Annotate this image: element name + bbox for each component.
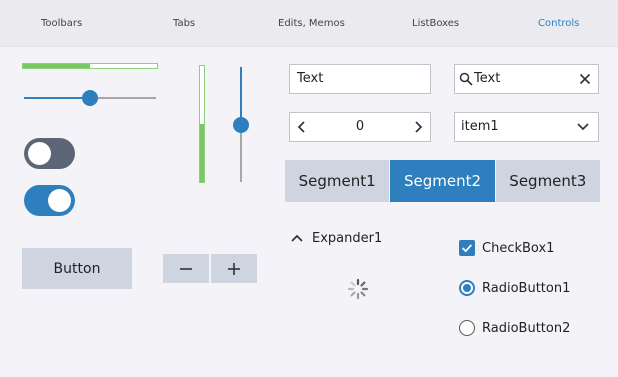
search-edit[interactable]: Text <box>454 64 599 94</box>
checkbox-label: CheckBox1 <box>482 240 555 256</box>
stepper <box>163 254 257 283</box>
expander[interactable]: Expander1 <box>290 228 382 248</box>
search-text: Text <box>474 71 501 86</box>
progress-fill <box>200 124 204 182</box>
segment-2[interactable]: Segment2 <box>390 160 496 202</box>
tab-bar: Toolbars Tabs Edits, Memos ListBoxes Con… <box>0 0 618 47</box>
horizontal-slider[interactable] <box>24 87 156 109</box>
toggle-knob <box>48 189 71 212</box>
segmented-control: Segment1 Segment2 Segment3 <box>285 160 600 202</box>
combo-box[interactable]: item1 <box>454 112 599 142</box>
button[interactable]: Button <box>22 248 132 289</box>
minus-button[interactable] <box>163 254 209 283</box>
slider-fill <box>24 97 90 99</box>
combo-value: item1 <box>461 119 499 134</box>
expander-label: Expander1 <box>312 230 383 246</box>
checkmark-icon <box>462 244 473 253</box>
loading-spinner-icon <box>347 278 369 300</box>
chevron-right-icon[interactable] <box>410 119 426 135</box>
radio-button-1[interactable]: RadioButton1 <box>459 279 570 297</box>
checkbox-box <box>459 240 475 256</box>
toggle-knob <box>28 142 51 165</box>
toggle-switch-on[interactable] <box>24 185 75 216</box>
tab-tabs[interactable]: Tabs <box>173 18 195 29</box>
search-icon <box>459 72 473 86</box>
minus-icon <box>180 267 192 270</box>
chevron-down-icon <box>577 123 589 131</box>
close-icon[interactable] <box>579 73 591 85</box>
tab-toolbars[interactable]: Toolbars <box>41 18 82 29</box>
number-box[interactable]: 0 <box>289 112 431 142</box>
radio-label: RadioButton1 <box>482 280 571 296</box>
progress-fill <box>23 64 90 68</box>
segment-3[interactable]: Segment3 <box>495 160 600 202</box>
chevron-left-icon[interactable] <box>294 119 310 135</box>
radio-indicator <box>459 320 475 336</box>
slider-fill <box>240 67 242 125</box>
vertical-slider[interactable] <box>231 67 251 182</box>
chevron-up-icon <box>291 234 303 242</box>
checkbox-1[interactable]: CheckBox1 <box>459 239 554 257</box>
plus-icon <box>228 262 240 275</box>
vertical-progress-bar <box>199 65 205 183</box>
slider-thumb[interactable] <box>233 116 249 133</box>
horizontal-progress-bar <box>22 63 158 69</box>
radio-label: RadioButton2 <box>482 320 571 336</box>
tab-controls[interactable]: Controls <box>538 18 579 29</box>
radio-button-2[interactable]: RadioButton2 <box>459 319 570 337</box>
radio-indicator <box>459 280 475 296</box>
text-edit[interactable]: Text <box>289 64 431 94</box>
tab-listboxes[interactable]: ListBoxes <box>412 18 459 29</box>
plus-button[interactable] <box>211 254 257 283</box>
segment-1[interactable]: Segment1 <box>285 160 391 202</box>
toggle-switch-off[interactable] <box>24 138 75 169</box>
number-value: 0 <box>355 119 365 134</box>
slider-thumb[interactable] <box>82 90 98 106</box>
tab-edits-memos[interactable]: Edits, Memos <box>278 18 345 29</box>
